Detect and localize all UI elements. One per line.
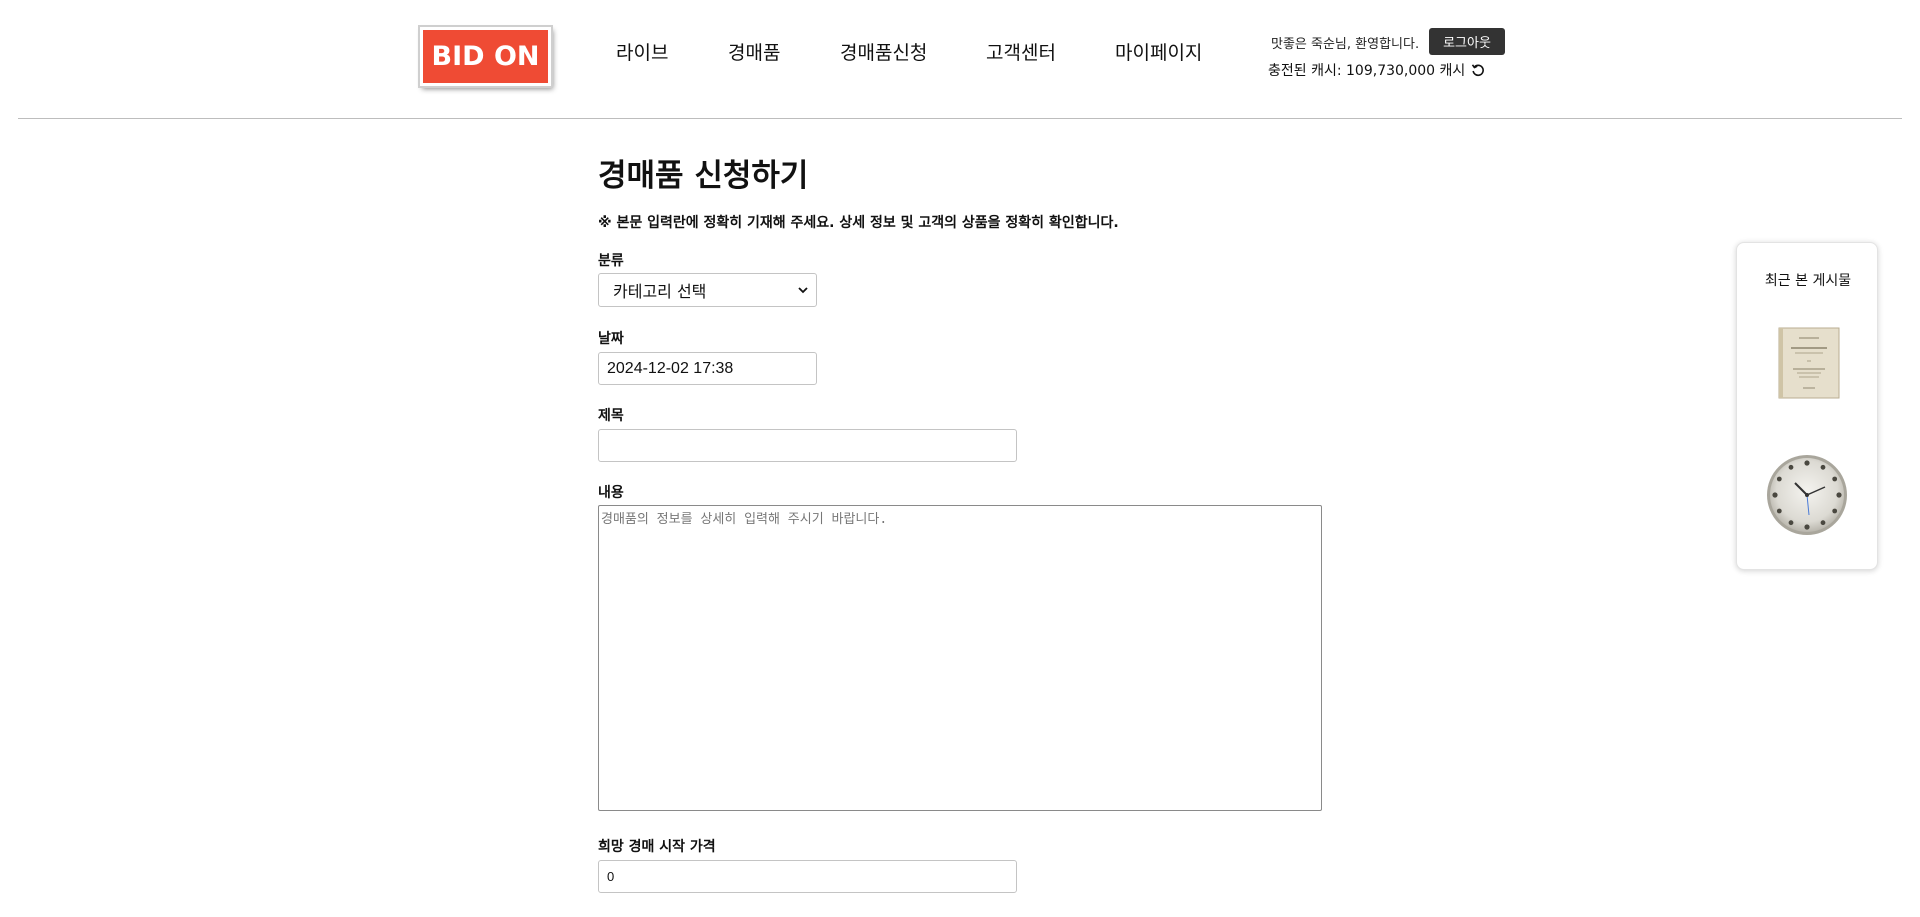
nav-customer-center[interactable]: 고객센터 (986, 38, 1056, 65)
category-selected-value: 카테고리 선택 (613, 282, 707, 301)
start-price-label: 희망 경매 시작 가격 (598, 839, 716, 855)
title-input[interactable] (598, 429, 1017, 462)
logo-text: BID ON (431, 41, 540, 72)
category-label: 분류 (598, 253, 624, 269)
nav-auction-apply[interactable]: 경매품신청 (840, 38, 927, 65)
cash-balance: 충전된 캐시: 109,730,000 캐시 (1268, 60, 1485, 80)
page-title: 경매품 신청하기 (598, 158, 809, 194)
title-label: 제목 (598, 408, 624, 424)
content-label: 내용 (598, 485, 624, 501)
nav-live[interactable]: 라이브 (616, 38, 668, 65)
refresh-icon[interactable] (1471, 63, 1485, 77)
date-label: 날짜 (598, 331, 624, 347)
start-price-input[interactable] (598, 860, 1017, 893)
category-select[interactable]: 카테고리 선택 (598, 273, 817, 307)
recent-posts-title: 최근 본 게시물 (1764, 273, 1852, 289)
clock-thumbnail-icon (1767, 455, 1847, 535)
header-divider (18, 118, 1902, 119)
recent-item-clock[interactable] (1765, 453, 1849, 541)
form-notice: ※ 본문 입력란에 정확히 기재해 주세요. 상세 정보 및 고객의 상품을 정… (598, 215, 1119, 231)
cash-text: 충전된 캐시: 109,730,000 캐시 (1268, 63, 1466, 79)
bidon-logo[interactable]: BID ON (420, 27, 551, 86)
welcome-message: 맛좋은 죽순님, 환영합니다. (1271, 37, 1420, 52)
nav-mypage[interactable]: 마이페이지 (1115, 38, 1202, 65)
chevron-down-icon (798, 287, 808, 294)
site-header: BID ON 라이브 경매품 경매품신청 고객센터 마이페이지 맛좋은 죽순님,… (0, 0, 1920, 120)
nav-auction-items[interactable]: 경매품 (728, 38, 780, 65)
recent-item-book[interactable] (1777, 326, 1841, 404)
logout-button[interactable]: 로그아웃 (1429, 28, 1505, 55)
book-thumbnail-icon (1778, 327, 1840, 399)
date-input[interactable] (598, 352, 817, 385)
content-textarea[interactable] (598, 505, 1322, 811)
recent-posts-panel: 최근 본 게시물 (1736, 242, 1878, 570)
